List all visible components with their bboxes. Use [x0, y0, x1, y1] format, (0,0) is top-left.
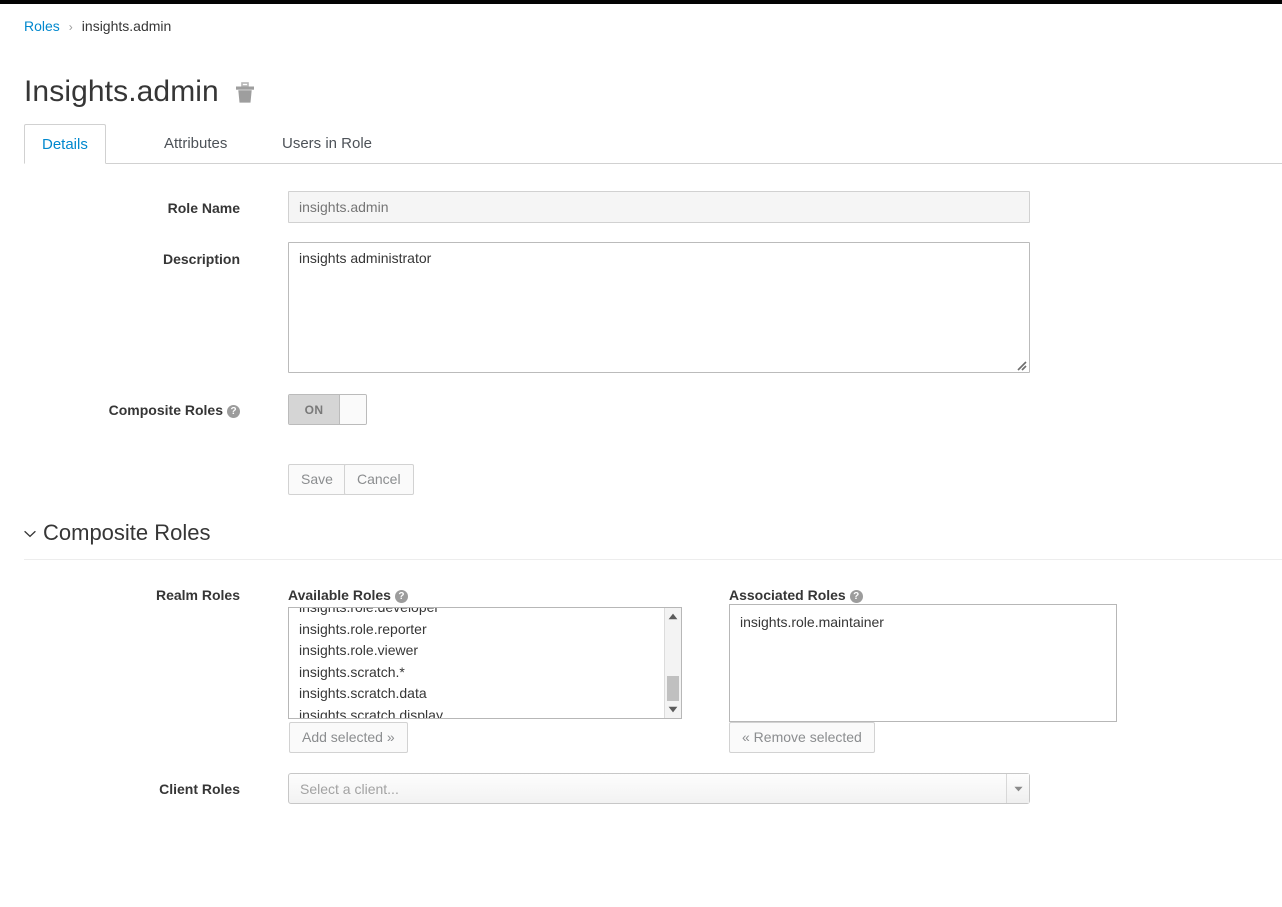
label-composite-roles: Composite Roles?	[40, 400, 240, 420]
label-client-roles: Client Roles	[159, 781, 240, 797]
composite-roles-section-header[interactable]: Composite Roles	[24, 517, 211, 549]
label-description: Description	[162, 251, 240, 267]
caret-down-icon[interactable]	[665, 702, 681, 717]
tab-details[interactable]: Details	[24, 124, 106, 164]
question-circle-icon[interactable]: ?	[227, 405, 240, 418]
client-select[interactable]: Select a client...	[288, 773, 1030, 804]
list-item[interactable]: insights.role.maintainer	[730, 605, 1116, 633]
add-selected-button[interactable]: Add selected »	[289, 722, 408, 753]
available-roles-scrollbar-thumb[interactable]	[667, 676, 679, 701]
page-title-row: Insights.admin	[24, 70, 255, 114]
available-roles-scrollbar[interactable]	[664, 608, 681, 718]
composite-roles-section-title: Composite Roles	[43, 520, 211, 545]
list-item[interactable]: insights.role.viewer	[289, 640, 681, 662]
client-select-value: Select a client...	[300, 781, 399, 797]
question-circle-icon[interactable]: ?	[849, 590, 863, 603]
description-textarea[interactable]	[288, 242, 1030, 373]
section-divider	[24, 559, 1282, 560]
breadcrumb-current: insights.admin	[81, 18, 172, 34]
label-realm-roles: Realm Roles	[155, 587, 240, 603]
label-associated-roles-text: Associated Roles	[729, 587, 846, 603]
label-associated-roles: Associated Roles?	[729, 585, 863, 605]
tab-attributes[interactable]: Attributes	[147, 124, 244, 164]
associated-roles-listbox[interactable]: insights.role.maintainer	[729, 604, 1117, 722]
chevron-down-icon[interactable]	[24, 515, 36, 547]
label-available-roles: Available Roles?	[288, 585, 408, 605]
composite-roles-toggle[interactable]: ON	[288, 394, 367, 425]
caret-up-icon[interactable]	[665, 609, 681, 624]
list-item[interactable]: insights.role.reporter	[289, 619, 681, 641]
page-title: Insights.admin	[24, 75, 219, 108]
label-role-name: Role Name	[167, 200, 240, 216]
remove-selected-button[interactable]: « Remove selected	[729, 722, 875, 753]
save-button[interactable]: Save	[288, 464, 346, 495]
breadcrumb-link-roles[interactable]: Roles	[24, 18, 60, 34]
list-item[interactable]: insights.scratch.display	[289, 705, 681, 718]
trash-icon[interactable]	[235, 82, 255, 104]
list-item[interactable]: insights.scratch.data	[289, 683, 681, 705]
breadcrumb: Roles › insights.admin	[24, 17, 171, 36]
list-item[interactable]: insights.scratch.*	[289, 662, 681, 684]
label-available-roles-text: Available Roles	[288, 587, 391, 603]
cancel-button[interactable]: Cancel	[344, 464, 414, 495]
label-composite-roles-text: Composite Roles	[108, 402, 223, 418]
role-name-input[interactable]	[288, 191, 1030, 223]
tab-bar: Details Attributes Users in Role	[24, 124, 1282, 164]
page-container: Roles › insights.admin Insights.admin Deta…	[0, 4, 1282, 907]
available-roles-scrollport: insights.role.developer insights.role.re…	[289, 608, 681, 718]
question-circle-icon[interactable]: ?	[394, 590, 408, 603]
available-roles-listbox[interactable]: insights.role.developer insights.role.re…	[288, 607, 682, 719]
toggle-knob[interactable]	[340, 395, 366, 424]
toggle-on-label: ON	[289, 395, 340, 424]
tab-users-in-role[interactable]: Users in Role	[265, 124, 389, 164]
caret-down-icon[interactable]	[1006, 774, 1029, 803]
breadcrumb-separator-icon: ›	[68, 20, 73, 34]
list-item[interactable]: insights.role.developer	[289, 608, 681, 619]
